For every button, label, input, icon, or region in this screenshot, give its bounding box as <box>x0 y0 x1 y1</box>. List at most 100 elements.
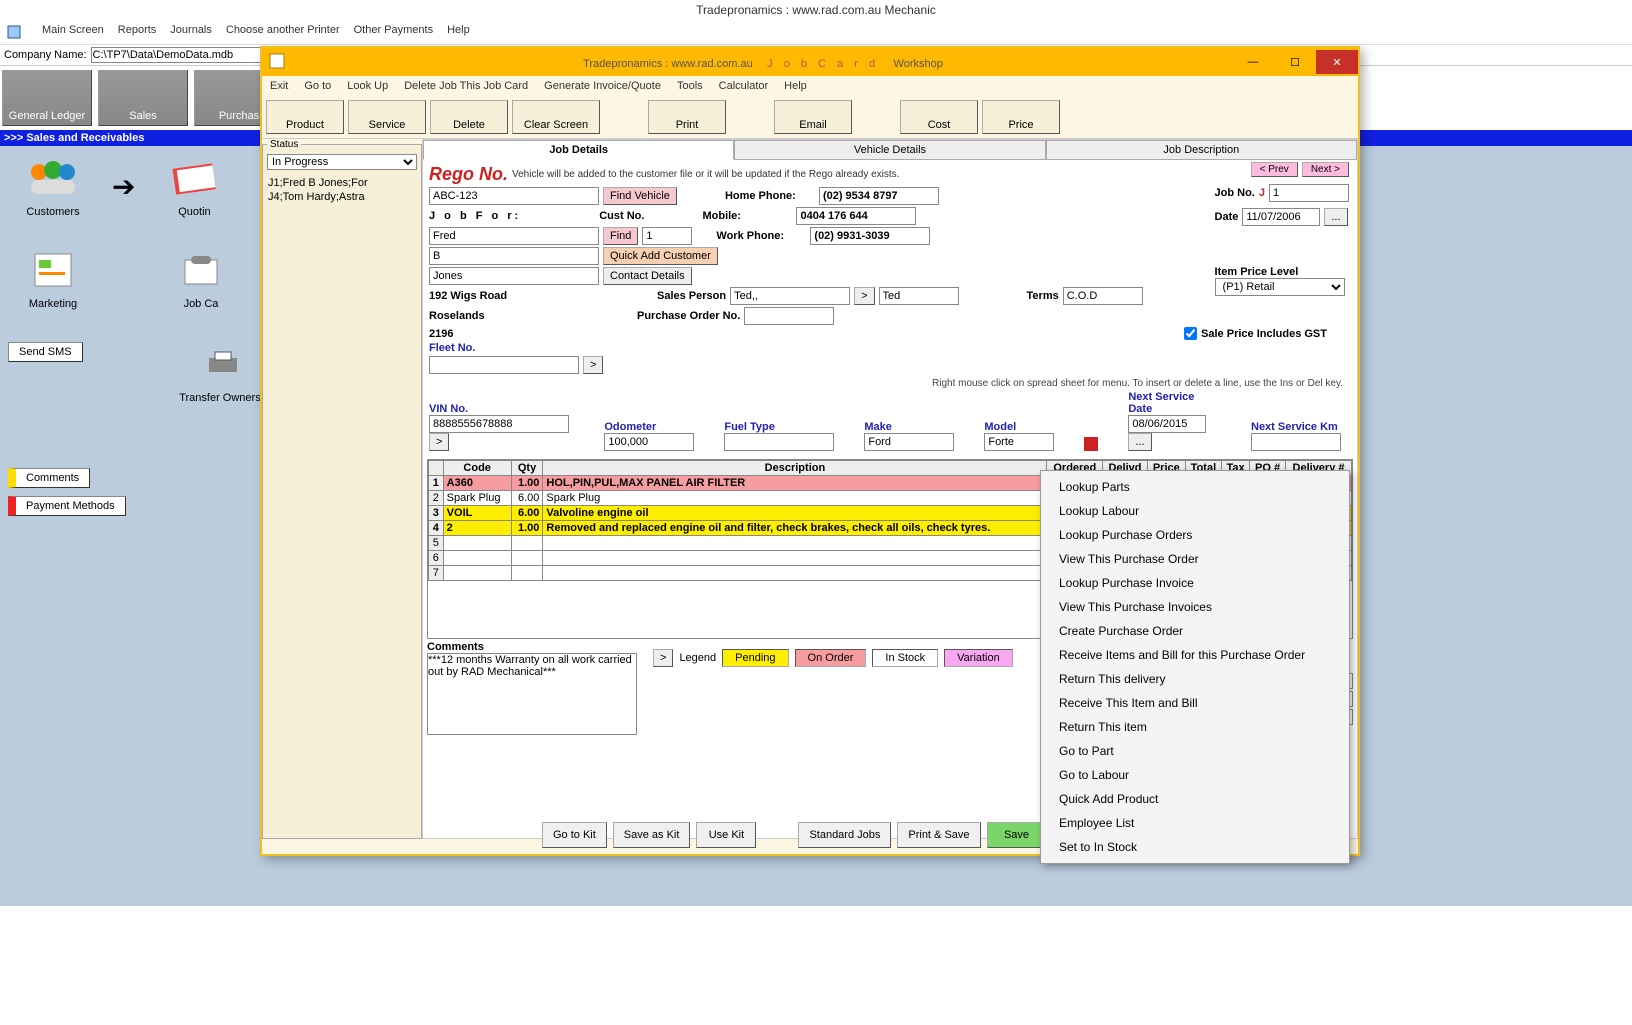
grid-cell[interactable]: Valvoline engine oil <box>543 506 1047 521</box>
next-service-km-input[interactable] <box>1251 433 1341 451</box>
quick-add-customer-button[interactable]: Quick Add Customer <box>603 247 718 265</box>
print-and-save-button[interactable]: Print & Save <box>897 822 980 848</box>
job-list-item[interactable]: J1;Fred B Jones;For <box>267 176 417 190</box>
tab-vehicle-details[interactable]: Vehicle Details <box>734 140 1045 160</box>
grid-cell[interactable]: 6 <box>429 551 444 566</box>
grid-cell[interactable]: A360 <box>443 476 511 491</box>
grid-header[interactable] <box>429 461 444 476</box>
next-service-date-picker[interactable]: ... <box>1128 433 1151 451</box>
transfer-ownership-nav[interactable]: Transfer Ownersh <box>178 340 268 404</box>
grid-cell[interactable] <box>543 551 1047 566</box>
grid-cell[interactable] <box>511 566 543 581</box>
grid-cell[interactable] <box>543 536 1047 551</box>
print-button[interactable]: Print <box>648 100 726 134</box>
service-button[interactable]: Service <box>348 100 426 134</box>
comments-textarea[interactable] <box>427 653 637 735</box>
sales-person-lookup-button[interactable]: > <box>854 287 874 305</box>
home-phone-input[interactable] <box>819 187 939 205</box>
job-list-item[interactable]: J4;Tom Hardy;Astra <box>267 190 417 204</box>
maximize-button[interactable]: ☐ <box>1274 50 1316 74</box>
cost-button[interactable]: Cost <box>900 100 978 134</box>
comments-button[interactable]: Comments <box>8 468 90 488</box>
model-input[interactable] <box>984 433 1054 451</box>
menu-main-screen[interactable]: Main Screen <box>42 24 104 40</box>
close-button[interactable]: ✕ <box>1316 50 1358 74</box>
grid-cell[interactable]: 4 <box>429 521 444 536</box>
context-menu-item[interactable]: Lookup Purchase Invoice <box>1041 571 1349 595</box>
grid-cell[interactable] <box>543 566 1047 581</box>
grid-cell[interactable]: VOIL <box>443 506 511 521</box>
product-button[interactable]: Product <box>266 100 344 134</box>
grid-cell[interactable]: 2 <box>429 491 444 506</box>
fleet-no-input[interactable] <box>429 356 579 374</box>
find-vehicle-button[interactable]: Find Vehicle <box>603 187 677 205</box>
menu-goto[interactable]: Go to <box>304 80 331 92</box>
context-menu-item[interactable]: Go to Part <box>1041 739 1349 763</box>
grid-cell[interactable]: 2 <box>443 521 511 536</box>
context-menu-item[interactable]: Employee List <box>1041 811 1349 835</box>
status-select[interactable]: In Progress <box>267 154 417 170</box>
email-button[interactable]: Email <box>774 100 852 134</box>
company-path-input[interactable] <box>91 47 261 63</box>
menu-reports[interactable]: Reports <box>118 24 157 40</box>
minimize-button[interactable]: — <box>1232 50 1274 74</box>
date-picker-button[interactable]: ... <box>1324 208 1347 226</box>
mobile-input[interactable] <box>796 207 916 225</box>
job-no-input[interactable] <box>1269 184 1349 202</box>
find-customer-button[interactable]: Find <box>603 227 638 245</box>
menu-journals[interactable]: Journals <box>170 24 212 40</box>
grid-cell[interactable]: 6.00 <box>511 506 543 521</box>
prev-button[interactable]: < Prev <box>1251 162 1298 177</box>
tab-job-description[interactable]: Job Description <box>1046 140 1357 160</box>
quoting-nav[interactable]: Quotin <box>149 154 239 218</box>
cust-no-input[interactable] <box>642 227 692 245</box>
make-input[interactable] <box>864 433 954 451</box>
menu-other-payments[interactable]: Other Payments <box>354 24 433 40</box>
fuel-type-input[interactable] <box>724 433 834 451</box>
item-price-level-select[interactable]: (P1) Retail <box>1215 278 1345 296</box>
context-menu-item[interactable]: Return This item <box>1041 715 1349 739</box>
vin-lookup-button[interactable]: > <box>429 433 449 451</box>
next-service-date-input[interactable] <box>1128 415 1206 433</box>
sales-person-short-input[interactable] <box>879 287 959 305</box>
context-menu-item[interactable]: Receive This Item and Bill <box>1041 691 1349 715</box>
grid-header[interactable]: Qty <box>511 461 543 476</box>
menu-choose-printer[interactable]: Choose another Printer <box>226 24 340 40</box>
context-menu-item[interactable]: Lookup Purchase Orders <box>1041 523 1349 547</box>
job-window-titlebar[interactable]: Tradepronamics : www.rad.com.au J o b C … <box>262 48 1358 76</box>
use-kit-button[interactable]: Use Kit <box>696 822 756 848</box>
grid-cell[interactable] <box>443 551 511 566</box>
menu-lookup[interactable]: Look Up <box>347 80 388 92</box>
go-to-kit-button[interactable]: Go to Kit <box>542 822 607 848</box>
save-as-kit-button[interactable]: Save as Kit <box>613 822 691 848</box>
sales-button[interactable]: Sales <box>98 70 188 126</box>
grid-header[interactable]: Description <box>543 461 1047 476</box>
context-menu-item[interactable]: Lookup Parts <box>1041 475 1349 499</box>
save-button[interactable]: Save <box>987 822 1047 848</box>
job-card-nav[interactable]: Job Ca <box>156 246 246 310</box>
mid-initial-input[interactable] <box>429 247 599 265</box>
grid-cell[interactable] <box>443 566 511 581</box>
grid-cell[interactable] <box>443 536 511 551</box>
rego-input[interactable] <box>429 187 599 205</box>
payment-methods-button[interactable]: Payment Methods <box>8 496 126 516</box>
menu-generate-invoice[interactable]: Generate Invoice/Quote <box>544 80 661 92</box>
context-menu-item[interactable]: Lookup Labour <box>1041 499 1349 523</box>
menu-calculator[interactable]: Calculator <box>719 80 769 92</box>
context-menu-item[interactable]: Quick Add Product <box>1041 787 1349 811</box>
grid-cell[interactable]: 7 <box>429 566 444 581</box>
context-menu-item[interactable]: Receive Items and Bill for this Purchase… <box>1041 643 1349 667</box>
legend-expand-button[interactable]: > <box>653 649 673 667</box>
terms-input[interactable] <box>1063 287 1143 305</box>
po-input[interactable] <box>744 307 834 325</box>
grid-cell[interactable]: 3 <box>429 506 444 521</box>
work-phone-input[interactable] <box>810 227 930 245</box>
context-menu-item[interactable]: Create Purchase Order <box>1041 619 1349 643</box>
price-button[interactable]: Price <box>982 100 1060 134</box>
last-name-input[interactable] <box>429 267 599 285</box>
context-menu-item[interactable]: Set to In Stock <box>1041 835 1349 859</box>
marketing-nav[interactable]: Marketing <box>8 246 98 310</box>
grid-cell[interactable]: Spark Plug <box>543 491 1047 506</box>
grid-cell[interactable]: 1.00 <box>511 521 543 536</box>
grid-cell[interactable]: 1 <box>429 476 444 491</box>
